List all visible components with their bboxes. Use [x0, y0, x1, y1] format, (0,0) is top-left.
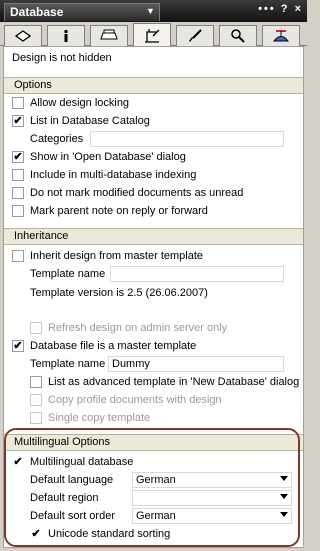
chevron-down-icon[interactable]: ▼ [146, 6, 155, 16]
no-mark-unread-label: Do not mark modified documents as unread [30, 187, 244, 199]
multi-db-indexing-label: Include in multi-database indexing [30, 169, 197, 181]
design-status-text: Design is not hidden [12, 52, 112, 64]
template-version-text: Template version is 2.5 (26.06.2007) [30, 287, 208, 299]
window-title[interactable]: Database [4, 3, 160, 21]
master-template-name-row: Template name Dummy [4, 355, 303, 373]
master-template-name-label: Template name [30, 358, 106, 370]
inherit-design-label: Inherit design from master template [30, 250, 204, 262]
single-copy-label: Single copy template [48, 412, 151, 424]
copy-profile-option: Copy profile documents with design [4, 391, 303, 409]
info-box-icon [15, 30, 31, 42]
categories-label: Categories [30, 133, 84, 145]
template-name-input[interactable] [110, 266, 284, 282]
template-version-row: Template version is 2.5 (26.06.2007) [4, 284, 303, 302]
info-icon [64, 30, 68, 42]
tab-info[interactable] [47, 25, 85, 46]
allow-design-locking-option[interactable]: Allow design locking [4, 94, 303, 112]
title-bar: Database ▼ ••• ? × [0, 0, 307, 22]
design-icon [145, 28, 160, 43]
tab-design[interactable] [133, 23, 171, 47]
show-open-db-label: Show in 'Open Database' dialog [30, 151, 186, 163]
brush-icon [189, 29, 202, 42]
is-master-label: Database file is a master template [30, 340, 197, 352]
multi-db-indexing-option[interactable]: Include in multi-database indexing [4, 166, 303, 184]
allow-design-locking-label: Allow design locking [30, 97, 130, 109]
single-copy-checkbox [30, 412, 42, 424]
tab-advanced[interactable] [262, 25, 300, 46]
propeller-hat-icon [272, 30, 290, 42]
tab-launch[interactable] [176, 25, 214, 46]
list-advanced-checkbox[interactable] [30, 376, 42, 388]
inherit-design-checkbox[interactable] [12, 250, 24, 262]
list-advanced-option[interactable]: List as advanced template in 'New Databa… [4, 373, 303, 391]
show-open-db-option[interactable]: ✔ Show in 'Open Database' dialog [4, 148, 303, 166]
is-master-option[interactable]: ✔ Database file is a master template [4, 337, 303, 355]
options-header: Options [4, 77, 303, 94]
allow-design-locking-checkbox[interactable] [12, 97, 24, 109]
copy-profile-checkbox [30, 394, 42, 406]
template-name-row: Template name [4, 265, 303, 283]
multi-db-indexing-checkbox[interactable] [12, 169, 24, 181]
single-copy-option: Single copy template [4, 409, 303, 427]
template-name-label: Template name [30, 268, 106, 280]
no-mark-unread-option[interactable]: Do not mark modified documents as unread [4, 184, 303, 202]
list-in-catalog-checkbox[interactable]: ✔ [12, 115, 24, 127]
categories-input[interactable] [90, 131, 284, 147]
list-in-catalog-label: List in Database Catalog [30, 115, 150, 127]
mark-parent-option[interactable]: Mark parent note on reply or forward [4, 202, 303, 220]
master-template-name-input[interactable]: Dummy [108, 356, 284, 372]
search-icon [231, 29, 245, 43]
multilingual-highlight-outline [4, 428, 300, 547]
refresh-design-option: Refresh design on admin server only [4, 319, 303, 337]
tab-print[interactable] [90, 25, 128, 46]
mark-parent-label: Mark parent note on reply or forward [30, 205, 208, 217]
no-mark-unread-checkbox[interactable] [12, 187, 24, 199]
mark-parent-checkbox[interactable] [12, 205, 24, 217]
list-advanced-label: List as advanced template in 'New Databa… [48, 376, 300, 388]
inherit-design-option[interactable]: Inherit design from master template [4, 247, 303, 265]
tab-search[interactable] [219, 25, 257, 46]
refresh-design-checkbox [30, 322, 42, 334]
copy-profile-label: Copy profile documents with design [48, 394, 222, 406]
refresh-design-label: Refresh design on admin server only [48, 322, 228, 334]
list-in-catalog-option[interactable]: ✔ List in Database Catalog [4, 112, 303, 130]
inheritance-header: Inheritance [4, 228, 303, 245]
show-open-db-checkbox[interactable]: ✔ [12, 151, 24, 163]
window-controls[interactable]: ••• ? × [258, 3, 303, 15]
is-master-checkbox[interactable]: ✔ [12, 340, 24, 352]
tab-basics[interactable] [4, 25, 42, 46]
tab-strip [0, 22, 307, 47]
categories-row: Categories [4, 130, 303, 148]
printer-icon [100, 29, 118, 40]
